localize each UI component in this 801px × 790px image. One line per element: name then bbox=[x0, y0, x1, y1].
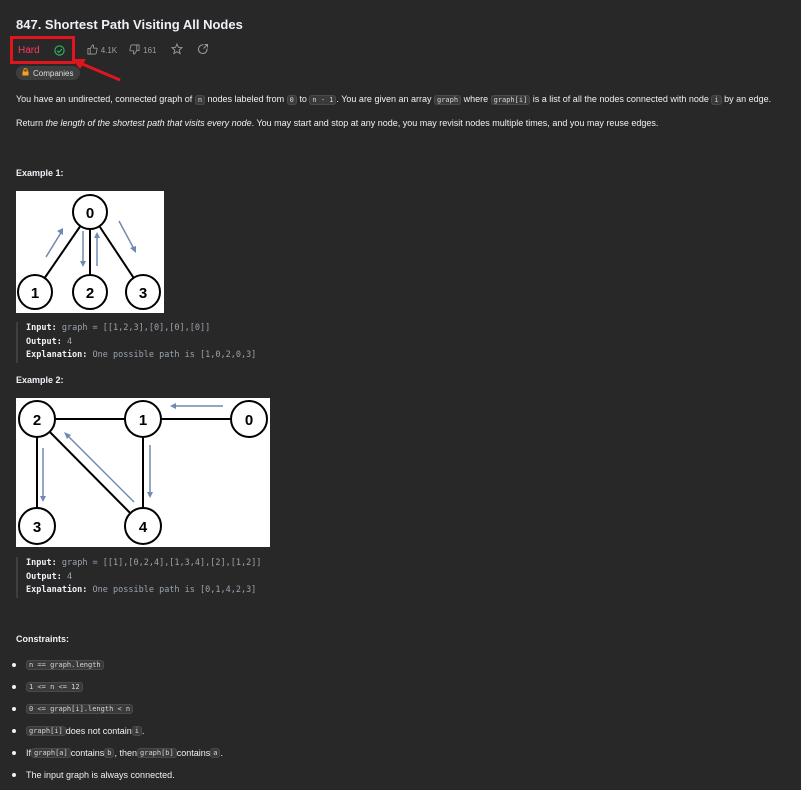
constraint-code: graph[b] bbox=[137, 748, 177, 758]
inline-code: n - 1 bbox=[309, 95, 337, 105]
desc-text: to bbox=[296, 94, 310, 104]
desc-text: Return bbox=[16, 118, 46, 128]
explanation-value: One possible path is [1,0,2,0,3] bbox=[92, 350, 257, 360]
constraint-item: The input graph is always connected. bbox=[12, 764, 223, 786]
thumbs-down-icon bbox=[129, 44, 140, 57]
inline-code: n bbox=[194, 95, 206, 105]
output-value: 4 bbox=[66, 571, 73, 582]
desc-text: . You may start and stop at any node, yo… bbox=[251, 118, 659, 128]
graph-node-label: 1 bbox=[31, 285, 39, 302]
constraint-text: . bbox=[142, 726, 145, 736]
constraint-text: does not contain bbox=[65, 726, 132, 736]
like-count: 4.1K bbox=[100, 45, 118, 55]
input-value: graph = [[1],[0,2,4],[1,3,4],[2],[1,2]] bbox=[61, 558, 262, 568]
constraint-code: 0 <= graph[i].length < n bbox=[26, 704, 134, 714]
explanation-label: Explanation: bbox=[26, 585, 88, 595]
constraint-text: The input graph is always connected. bbox=[26, 770, 175, 780]
desc-text: nodes labeled from bbox=[205, 94, 287, 104]
thumbs-up-icon bbox=[87, 44, 98, 57]
constraint-text: contains bbox=[176, 748, 211, 758]
inline-code: 0 bbox=[286, 95, 297, 105]
output-label: Output: bbox=[26, 571, 62, 582]
constraint-text: , then bbox=[114, 748, 138, 758]
companies-label: Companies bbox=[33, 68, 74, 78]
example-2-io: Input: graph = [[1],[0,2,4],[1,3,4],[2],… bbox=[16, 557, 261, 598]
example-2-graph: 2 1 0 3 4 bbox=[16, 398, 270, 547]
constraint-item: 1 <= n <= 12 bbox=[12, 676, 223, 698]
difficulty-highlight: Hard bbox=[10, 36, 75, 64]
constraint-text: contains bbox=[70, 748, 105, 758]
lock-icon bbox=[22, 68, 29, 78]
constraint-code: graph[a] bbox=[31, 748, 71, 758]
input-label: Input: bbox=[26, 558, 57, 568]
example-1-heading: Example 1: bbox=[16, 168, 64, 178]
inline-code: graph[i] bbox=[490, 95, 531, 105]
constraints-heading: Constraints: bbox=[16, 634, 70, 644]
graph-node-label: 2 bbox=[33, 412, 41, 429]
input-label: Input: bbox=[26, 323, 57, 333]
favorite-button[interactable] bbox=[170, 42, 183, 58]
graph-node-label: 0 bbox=[245, 412, 253, 429]
graph-node-label: 4 bbox=[139, 519, 148, 536]
constraint-code: a bbox=[210, 748, 221, 758]
desc-text: by an edge. bbox=[721, 94, 772, 104]
constraint-code: 1 <= n <= 12 bbox=[26, 682, 83, 692]
desc-text: where bbox=[461, 94, 491, 104]
desc-text: is a list of all the nodes connected wit… bbox=[530, 94, 712, 104]
dislike-button[interactable]: 161 bbox=[129, 44, 157, 57]
desc-emphasis: the length of the shortest path that vis… bbox=[45, 118, 252, 128]
constraint-item: If graph[a] contains b, then graph[b] co… bbox=[12, 742, 223, 764]
description-paragraph-1: You have an undirected, connected graph … bbox=[16, 92, 771, 107]
graph-node-label: 3 bbox=[139, 285, 147, 302]
star-icon bbox=[170, 42, 183, 58]
constraint-item: 0 <= graph[i].length < n bbox=[12, 698, 223, 720]
like-button[interactable]: 4.1K bbox=[87, 44, 117, 57]
graph-node-label: 0 bbox=[86, 205, 94, 222]
problem-title: 847. Shortest Path Visiting All Nodes bbox=[16, 17, 243, 32]
companies-tag[interactable]: Companies bbox=[16, 66, 81, 80]
graph-node-label: 3 bbox=[33, 519, 41, 536]
example-1-graph: 0 1 2 3 bbox=[16, 191, 164, 313]
inline-code: i bbox=[711, 95, 722, 105]
solved-check-icon bbox=[54, 44, 65, 56]
constraint-code: b bbox=[104, 748, 115, 758]
share-button[interactable] bbox=[197, 43, 209, 58]
constraint-item: graph[i] does not contain i. bbox=[12, 720, 223, 742]
dislike-count: 161 bbox=[143, 45, 157, 55]
constraint-text: . bbox=[220, 748, 223, 758]
constraint-code: graph[i] bbox=[26, 726, 66, 736]
graph-node-label: 1 bbox=[139, 412, 147, 429]
example-1-io: Input: graph = [[1,2,3],[0],[0],[0]] Out… bbox=[16, 322, 256, 363]
constraint-code: n == graph.length bbox=[26, 660, 104, 670]
input-value: graph = [[1,2,3],[0],[0],[0]] bbox=[61, 323, 211, 333]
graph-node-label: 2 bbox=[86, 285, 94, 302]
explanation-value: One possible path is [0,1,4,2,3] bbox=[92, 585, 257, 595]
example-2-heading: Example 2: bbox=[16, 375, 64, 385]
output-label: Output: bbox=[26, 336, 62, 347]
constraint-item: n == graph.length bbox=[12, 654, 223, 676]
desc-text: You have an undirected, connected graph … bbox=[16, 94, 195, 104]
description-paragraph-2: Return the length of the shortest path t… bbox=[16, 116, 658, 130]
difficulty-badge: Hard bbox=[18, 44, 40, 56]
desc-text: . You are given an array bbox=[336, 94, 434, 104]
inline-code: graph bbox=[433, 95, 462, 105]
share-icon bbox=[197, 43, 209, 58]
constraints-list: n == graph.length 1 <= n <= 12 0 <= graph[… bbox=[0, 654, 223, 786]
output-value: 4 bbox=[66, 336, 73, 347]
explanation-label: Explanation: bbox=[26, 350, 88, 360]
constraint-code: i bbox=[131, 726, 142, 736]
